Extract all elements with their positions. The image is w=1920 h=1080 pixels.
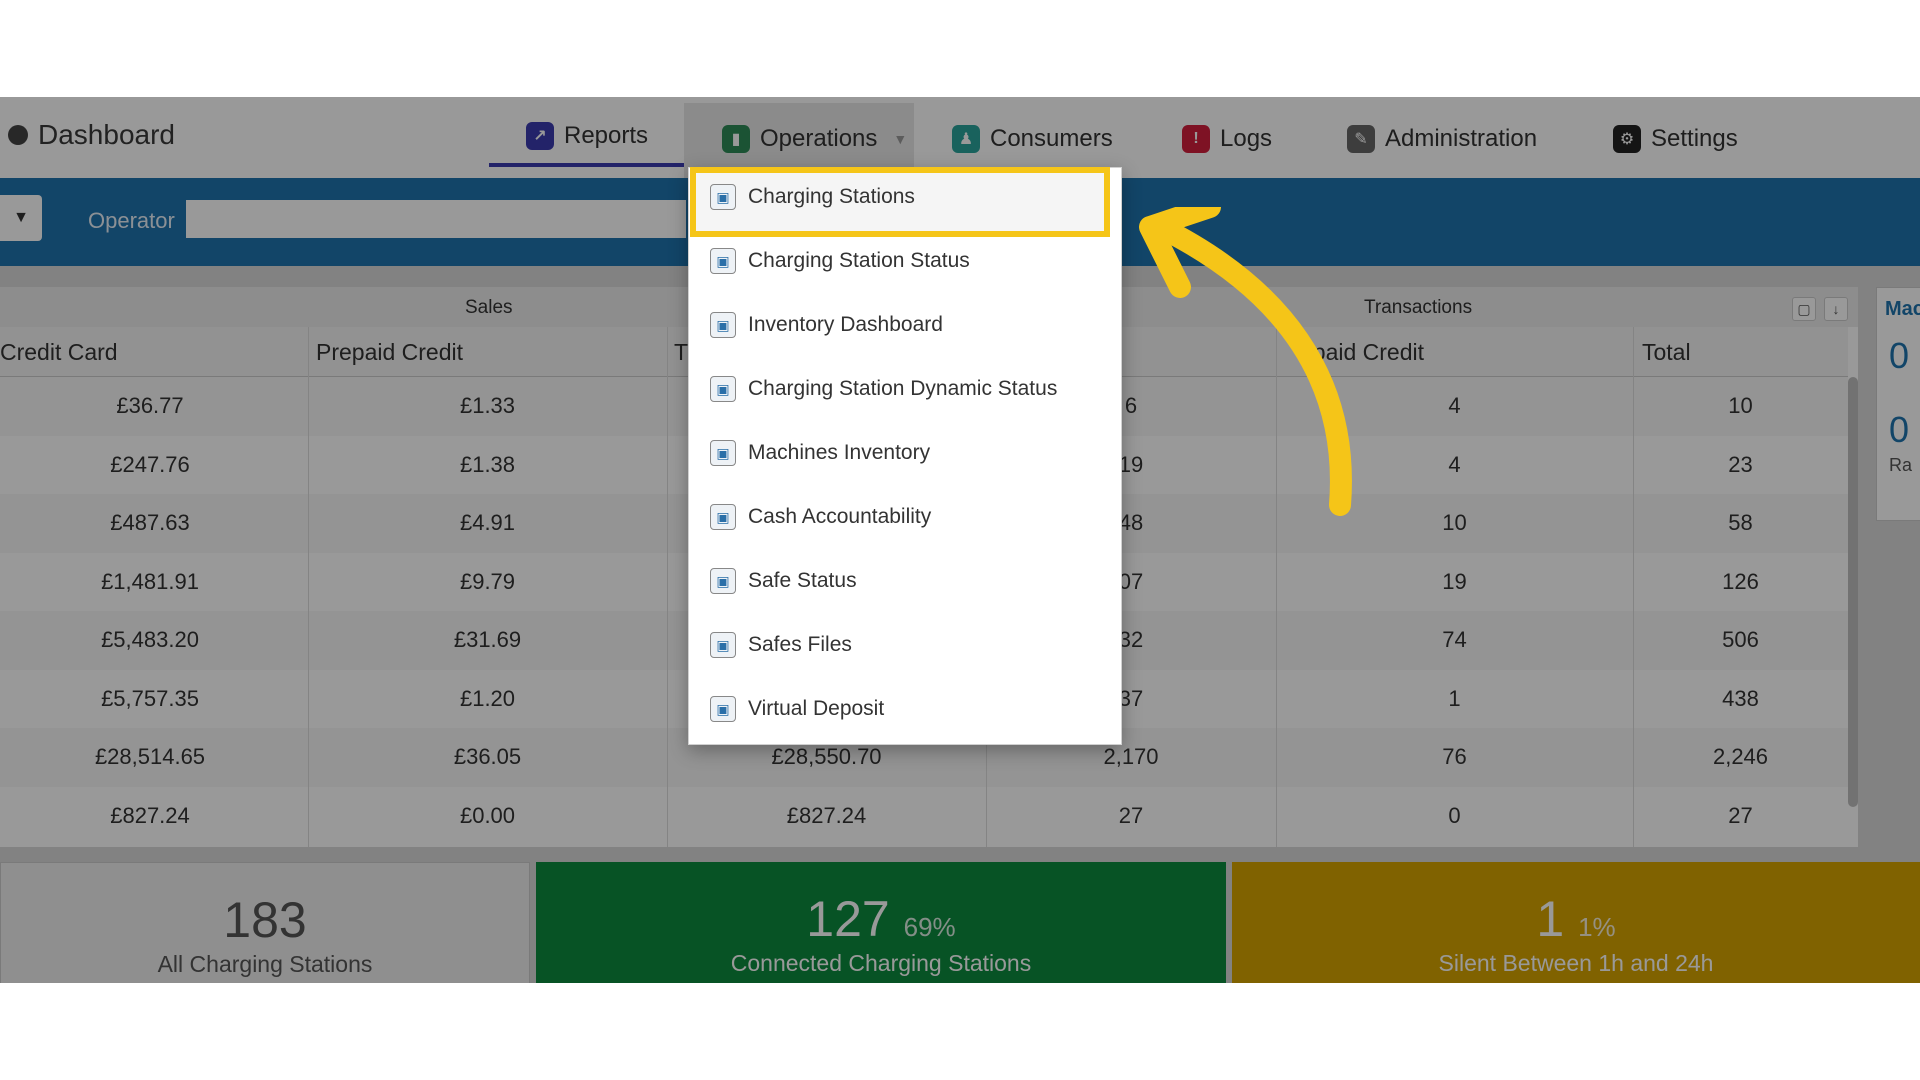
safe-files-icon: ▣ (710, 632, 736, 658)
machines-icon: ▣ (710, 440, 736, 466)
inventory-icon: ▣ (710, 312, 736, 338)
menu-item-label: Virtual Deposit (748, 697, 885, 720)
menu-item-safe-status[interactable]: ▣ Safe Status (690, 555, 1122, 607)
dynamic-status-icon: ▣ (710, 376, 736, 402)
station-status-icon: ▣ (710, 248, 736, 274)
menu-item-safes-files[interactable]: ▣ Safes Files (690, 619, 1122, 671)
safe-icon: ▣ (710, 568, 736, 594)
menu-item-charging-station-dynamic-status[interactable]: ▣ Charging Station Dynamic Status (690, 363, 1122, 415)
menu-item-cash-accountability[interactable]: ▣ Cash Accountability (690, 491, 1122, 543)
menu-item-charging-station-status[interactable]: ▣ Charging Station Status (690, 235, 1122, 287)
menu-item-label: Charging Stations (748, 185, 915, 208)
app-window: Dashboard ↗ Reports ▮ Operations ▼ ♟ Con… (0, 97, 1920, 983)
menu-item-charging-stations[interactable]: ▣ Charging Stations (690, 171, 1122, 223)
menu-item-label: Safes Files (748, 633, 852, 656)
menu-item-label: Machines Inventory (748, 441, 931, 464)
charging-station-icon: ▣ (710, 184, 736, 210)
menu-item-label: Inventory Dashboard (748, 313, 943, 336)
deposit-icon: ▣ (710, 696, 736, 722)
menu-item-label: Cash Accountability (748, 505, 932, 528)
menu-item-label: Charging Station Dynamic Status (748, 377, 1058, 400)
menu-item-label: Safe Status (748, 569, 857, 592)
cash-icon: ▣ (710, 504, 736, 530)
pointer-arrow (1139, 207, 1352, 516)
menu-item-label: Charging Station Status (748, 249, 970, 272)
menu-item-inventory-dashboard[interactable]: ▣ Inventory Dashboard (690, 299, 1122, 351)
menu-item-virtual-deposit[interactable]: ▣ Virtual Deposit (690, 683, 1122, 735)
menu-item-machines-inventory[interactable]: ▣ Machines Inventory (690, 427, 1122, 479)
